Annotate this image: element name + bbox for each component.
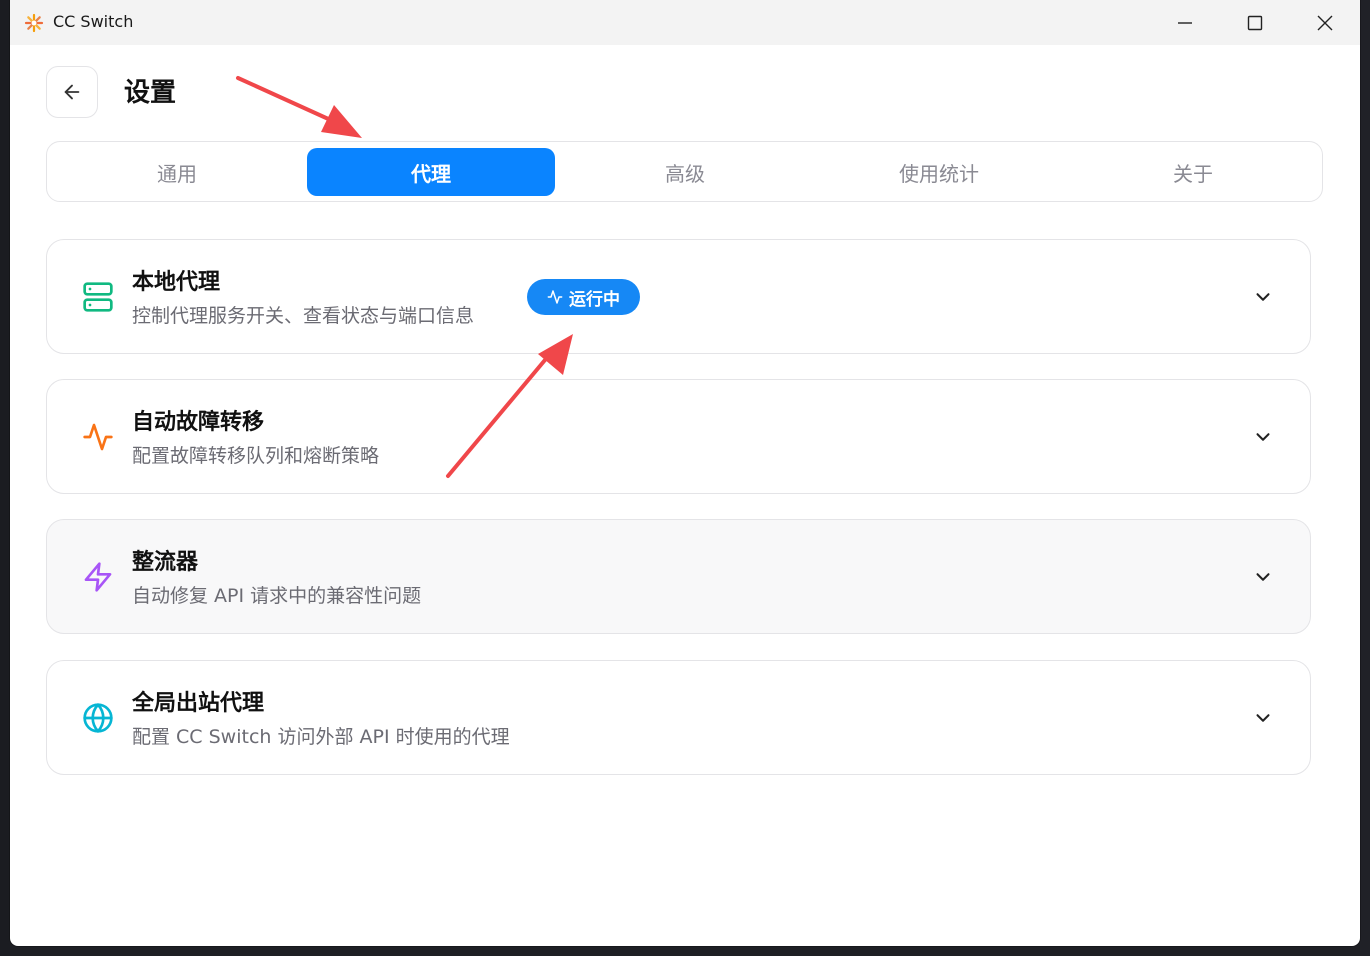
maximize-button[interactable] (1220, 0, 1290, 45)
section-description: 自动修复 API 请求中的兼容性问题 (132, 585, 422, 607)
server-icon (81, 280, 115, 314)
section-global-outbound-proxy[interactable]: 全局出站代理 配置 CC Switch 访问外部 API 时使用的代理 (46, 660, 1311, 775)
section-description: 配置故障转移队列和熔断策略 (132, 445, 380, 467)
zap-icon (81, 560, 115, 594)
back-button[interactable] (46, 66, 98, 118)
section-rectifier[interactable]: 整流器 自动修复 API 请求中的兼容性问题 (46, 519, 1311, 634)
background-window-strip (1360, 0, 1370, 956)
tab-usage-stats[interactable]: 使用统计 (815, 148, 1063, 196)
section-title: 自动故障转移 (132, 410, 265, 435)
settings-tabs: 通用 代理 高级 使用统计 关于 (46, 141, 1323, 202)
page-title: 设置 (124, 78, 177, 108)
maximize-icon (1247, 15, 1263, 30)
section-title: 全局出站代理 (132, 691, 265, 716)
tab-about[interactable]: 关于 (1069, 148, 1317, 196)
app-logo-icon (24, 13, 44, 33)
arrow-left-icon (64, 84, 80, 100)
tab-proxy[interactable]: 代理 (307, 148, 555, 196)
window-title: CC Switch (53, 12, 134, 31)
status-badge-label: 运行中 (569, 289, 620, 310)
minimize-button[interactable] (1150, 0, 1220, 45)
chevron-down-icon[interactable] (1252, 286, 1274, 308)
minimize-icon (1178, 21, 1192, 24)
section-description: 配置 CC Switch 访问外部 API 时使用的代理 (132, 726, 510, 748)
annotation-arrow-tab (236, 76, 362, 138)
chevron-down-icon[interactable] (1252, 707, 1274, 729)
section-title: 整流器 (132, 550, 199, 575)
tab-advanced[interactable]: 高级 (561, 148, 809, 196)
close-icon (1317, 15, 1333, 30)
activity-icon (547, 290, 563, 304)
section-title: 本地代理 (132, 270, 221, 295)
section-description: 控制代理服务开关、查看状态与端口信息 (132, 305, 475, 327)
close-button[interactable] (1290, 0, 1360, 45)
activity-icon (81, 420, 115, 454)
section-auto-failover[interactable]: 自动故障转移 配置故障转移队列和熔断策略 (46, 379, 1311, 494)
globe-icon (81, 701, 115, 735)
chevron-down-icon[interactable] (1252, 566, 1274, 588)
app-window: CC Switch 设置 通用 代理 高级 使用统计 关于 本地代理 控制代理服… (10, 0, 1360, 946)
chevron-down-icon[interactable] (1252, 426, 1274, 448)
background-editor-strip (0, 0, 10, 956)
title-bar: CC Switch (10, 0, 1360, 45)
tab-general[interactable]: 通用 (53, 148, 301, 196)
status-badge: 运行中 (527, 279, 640, 315)
section-local-proxy[interactable]: 本地代理 控制代理服务开关、查看状态与端口信息 运行中 (46, 239, 1311, 354)
